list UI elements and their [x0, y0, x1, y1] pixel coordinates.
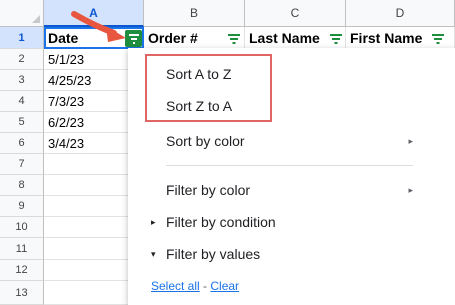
column-header-b[interactable]: B	[144, 0, 245, 27]
row-header-6[interactable]: 6	[0, 133, 44, 154]
filter-dropdown-menu: Sort A to Z Sort Z to A Sort by color ▸ …	[128, 48, 455, 305]
select-clear-links: Select all - Clear	[151, 279, 239, 293]
filter-by-values-label: Filter by values	[166, 246, 261, 262]
header-order: Order #	[148, 29, 198, 46]
row-header-7[interactable]: 7	[0, 154, 44, 175]
header-first-name: First Name	[350, 29, 423, 46]
submenu-arrow-icon: ▸	[408, 184, 413, 195]
filter-by-color-label: Filter by color	[166, 182, 251, 198]
menu-item-filter-by-color[interactable]: Filter by color ▸	[128, 176, 455, 204]
menu-separator	[166, 165, 413, 166]
row-header-4[interactable]: 4	[0, 91, 44, 112]
row-header-12[interactable]: 12	[0, 260, 44, 281]
sort-a-to-z-label: Sort A to Z	[166, 66, 232, 82]
annotation-arrow-icon	[71, 11, 126, 42]
menu-item-sort-by-color[interactable]: Sort by color ▸	[128, 127, 455, 155]
menu-item-filter-by-values[interactable]: ▾ Filter by values	[128, 240, 455, 268]
column-header-d[interactable]: D	[346, 0, 455, 27]
expanded-caret-icon: ▾	[151, 248, 156, 259]
collapsed-caret-icon: ▸	[151, 216, 156, 227]
submenu-arrow-icon: ▸	[408, 135, 413, 146]
filter-icon-column-b[interactable]	[227, 33, 241, 45]
filter-icon-column-d[interactable]	[431, 33, 445, 45]
column-header-c[interactable]: C	[245, 0, 346, 27]
row-header-13[interactable]: 13	[0, 281, 44, 305]
filter-by-condition-label: Filter by condition	[166, 214, 276, 230]
menu-item-sort-z-to-a[interactable]: Sort Z to A	[128, 92, 455, 120]
row-header-5[interactable]: 5	[0, 112, 44, 133]
row-header-9[interactable]: 9	[0, 196, 44, 217]
row-header-3[interactable]: 3	[0, 70, 44, 91]
sort-by-color-label: Sort by color	[166, 133, 245, 149]
sort-z-to-a-label: Sort Z to A	[166, 98, 233, 114]
row-header-2[interactable]: 2	[0, 49, 44, 70]
row-header-8[interactable]: 8	[0, 175, 44, 196]
menu-item-sort-a-to-z[interactable]: Sort A to Z	[128, 60, 455, 88]
row-header-11[interactable]: 11	[0, 238, 44, 260]
filter-icon-column-c[interactable]	[329, 33, 343, 45]
clear-link[interactable]: Clear	[210, 279, 239, 293]
links-separator: -	[199, 279, 211, 293]
menu-item-filter-by-condition[interactable]: ▸ Filter by condition	[128, 208, 455, 236]
select-all-link[interactable]: Select all	[151, 279, 200, 293]
row-header-10[interactable]: 10	[0, 217, 44, 238]
header-last-name: Last Name	[249, 29, 320, 46]
